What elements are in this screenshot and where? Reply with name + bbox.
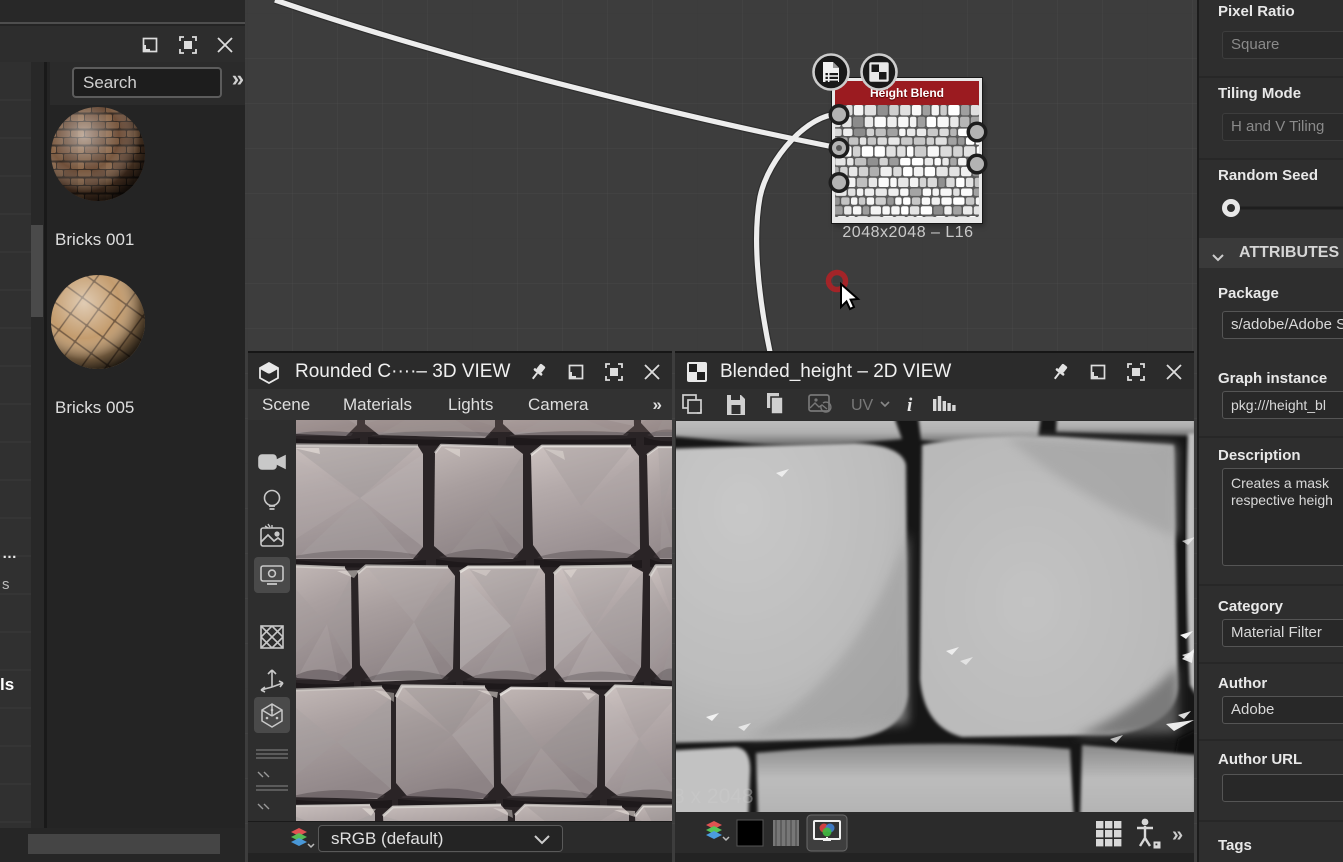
svg-text:i: i — [907, 395, 913, 416]
svg-text:»: » — [1172, 824, 1183, 846]
svg-text:s: s — [2, 576, 10, 593]
svg-text:UV: UV — [851, 397, 874, 414]
svg-text:…: … — [2, 545, 17, 562]
svg-text:ls: ls — [0, 675, 14, 694]
